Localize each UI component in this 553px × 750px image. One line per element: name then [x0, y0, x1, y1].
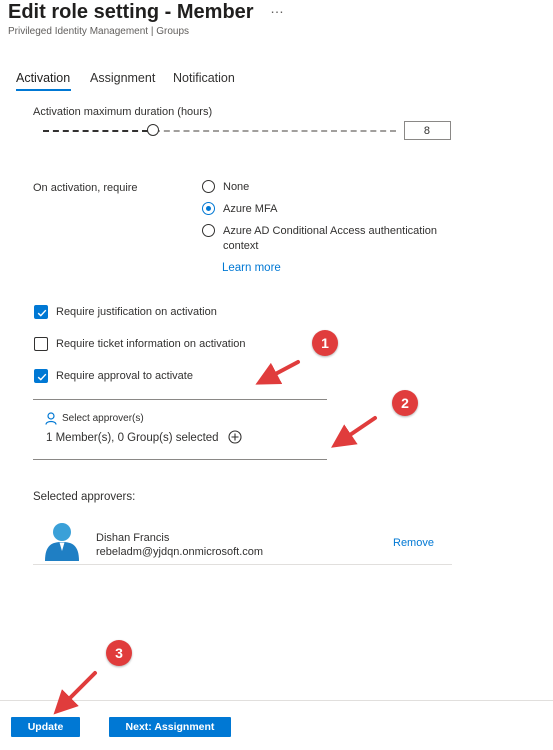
annotation-badge-3: 3: [106, 640, 132, 666]
arrow-1: [255, 360, 300, 385]
annotation-arrows: [53, 360, 377, 715]
arrow-3: [53, 671, 97, 715]
annotation-badge-2: 2: [392, 390, 418, 416]
arrow-2: [331, 416, 377, 448]
annotation-badge-1: 1: [312, 330, 338, 356]
